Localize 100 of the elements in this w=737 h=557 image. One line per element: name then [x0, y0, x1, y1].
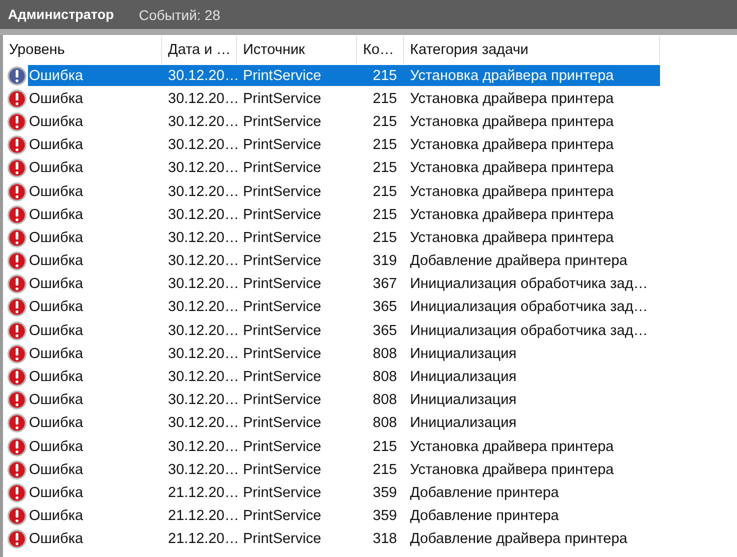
error-icon	[7, 251, 27, 272]
table-cell-text: PrintService	[242, 206, 322, 223]
table-cell-text: Ошибка	[28, 484, 84, 501]
error-icon	[7, 88, 27, 109]
table-row[interactable]: Ошибка 30.12.20… PrintService 365 Инициализация обработчика зад…	[28, 296, 660, 318]
table-cell-text: Установка драйвера принтера	[409, 462, 615, 478]
table-row[interactable]: Ошибка 30.12.20… PrintService 215 Установка драйвера принтера	[28, 459, 660, 480]
table-cell-text: Ошибка	[28, 438, 84, 455]
table-row[interactable]: Ошибка 30.12.20… PrintService 808 Инициализация	[28, 343, 660, 364]
table-cell-text: PrintService	[242, 484, 322, 501]
table-cell-text: Инициализация	[409, 415, 518, 432]
table-cell-text: Ошибка	[28, 114, 84, 130]
table-cell-text: 215	[372, 184, 398, 200]
table-row[interactable]: Ошибка 30.12.20… PrintService 215 Установка драйвера принтера	[28, 88, 660, 110]
table-cell-text: Добавление принтера	[409, 484, 560, 501]
table-row[interactable]: Ошибка 21.12.20… PrintService 359 Добавление принтера	[28, 506, 660, 527]
table-cell-text: 215	[372, 206, 398, 223]
error-icon	[7, 158, 27, 178]
table-row[interactable]: Ошибка 30.12.20… PrintService 365 Инициализация обработчика зад…	[28, 320, 660, 342]
error-icon	[7, 274, 27, 294]
table-row[interactable]: Ошибка 30.12.20… PrintService 808 Инициализация	[28, 390, 660, 411]
table-cell-text: Ошибка	[28, 206, 84, 223]
column-header[interactable]: Дата и …	[162, 36, 237, 64]
table-cell-text: 30.12.20…	[167, 90, 237, 107]
table-row[interactable]: Ошибка 30.12.20… PrintService 215 Установка драйвера принтера	[28, 111, 660, 132]
error-icon	[7, 482, 27, 503]
table-cell-text: Ошибка	[28, 184, 84, 200]
table-cell-text: PrintService	[242, 184, 322, 200]
table-cell-text: 21.12.20…	[167, 531, 237, 548]
table-cell-text: 359	[372, 508, 398, 524]
table-row[interactable]: Ошибка 30.12.20… PrintService 215 Установка драйвера принтера	[28, 65, 660, 86]
table-cell-text: Ошибка	[28, 299, 84, 316]
error-icon	[7, 506, 27, 526]
table-row[interactable]: Ошибка 30.12.20… PrintService 215 Установка драйвера принтера	[28, 227, 660, 248]
error-icon	[7, 344, 27, 364]
table-cell-text: 21.12.20…	[167, 508, 237, 524]
table-cell-text: Установка драйвера принтера	[409, 438, 615, 455]
table-row[interactable]: Ошибка 30.12.20… PrintService 319 Добавление драйвера принтера	[28, 250, 660, 272]
table-cell-text: Ошибка	[28, 276, 84, 292]
error-icon	[7, 228, 27, 248]
table-cell-text: 365	[372, 299, 398, 316]
table-cell-text: Ошибка	[28, 369, 84, 386]
table-cell-text: PrintService	[242, 299, 322, 316]
table-cell-text: 30.12.20…	[167, 299, 237, 316]
column-header[interactable]: Источник	[237, 36, 357, 64]
table-cell-text: Ошибка	[28, 68, 84, 84]
table-row[interactable]: Ошибка 21.12.20… PrintService 359 Добавление принтера	[28, 482, 660, 504]
table-cell-text: 215	[372, 137, 398, 154]
table-cell-text: Установка драйвера принтера	[409, 137, 615, 154]
table-cell-text: 215	[372, 462, 398, 478]
table-cell-text: Ошибка	[28, 508, 84, 524]
table-cell-text: Инициализация обработчика зад…	[409, 276, 649, 292]
table-cell-text: Ошибка	[28, 160, 84, 176]
column-header[interactable]: Категория задачи	[404, 36, 660, 64]
table-row[interactable]: Ошибка 30.12.20… PrintService 808 Инициализация	[28, 366, 660, 388]
error-icon	[7, 529, 27, 550]
table-cell-text: Ошибка	[28, 90, 84, 107]
table-cell-text: PrintService	[242, 137, 322, 154]
table-cell-text: Добавление драйвера принтера	[409, 531, 628, 548]
table-cell-text: 359	[372, 484, 398, 501]
table-cell-text: Добавление драйвера принтера	[409, 253, 628, 270]
table-cell-text: 30.12.20…	[167, 253, 237, 270]
table-row[interactable]: Ошибка 30.12.20… PrintService 215 Установка драйвера принтера	[28, 181, 660, 202]
table-row[interactable]: Ошибка 30.12.20… PrintService 367 Инициализация обработчика зад…	[28, 274, 660, 295]
table-cell-text: 215	[372, 438, 398, 455]
table-row[interactable]: Ошибка 30.12.20… PrintService 808 Инициализация	[28, 412, 660, 434]
table-cell-text: 30.12.20…	[167, 68, 237, 84]
table-cell-text: 215	[372, 230, 398, 246]
table-cell-text: PrintService	[242, 276, 322, 292]
column-header[interactable]: Ко…	[357, 36, 404, 64]
table-cell-text: 367	[372, 276, 398, 292]
table-cell-text: Установка драйвера принтера	[409, 68, 615, 84]
table-row[interactable]: Ошибка 21.12.20… PrintService 318 Добавление драйвера принтера	[28, 528, 660, 550]
table-cell-text: Установка драйвера принтера	[409, 114, 615, 130]
table-cell-text: Установка драйвера принтера	[409, 230, 615, 246]
table-cell-text: 30.12.20…	[167, 276, 237, 292]
table-cell-text: Установка драйвера принтера	[409, 206, 615, 223]
table-cell-text: Ошибка	[28, 415, 84, 432]
table-cell-text: 30.12.20…	[167, 206, 237, 223]
column-header[interactable]: Уровень	[3, 36, 162, 64]
table-cell-text: Ошибка	[28, 253, 84, 270]
table-cell-text: PrintService	[242, 415, 322, 432]
table-cell-text: PrintService	[242, 462, 322, 478]
table-row[interactable]: Ошибка 30.12.20… PrintService 215 Установка драйвера принтера	[28, 204, 660, 226]
error-icon	[7, 135, 27, 156]
table-cell-text: 30.12.20…	[167, 160, 237, 176]
table-cell-text: Ошибка	[28, 346, 84, 362]
table-cell-text: Ошибка	[28, 137, 84, 154]
table-row[interactable]: Ошибка 30.12.20… PrintService 215 Установка драйвера принтера	[28, 134, 660, 156]
table-row[interactable]: Ошибка 30.12.20… PrintService 215 Установка драйвера принтера	[28, 436, 660, 458]
table-cell-text: 30.12.20…	[167, 438, 237, 455]
table-cell-text: 215	[372, 160, 398, 176]
table-row[interactable]: Ошибка 30.12.20… PrintService 215 Установка драйвера принтера	[28, 158, 660, 179]
table-cell-text: Инициализация обработчика зад…	[409, 299, 649, 316]
table-cell-text: PrintService	[242, 392, 322, 408]
table-cell-text: PrintService	[242, 531, 322, 548]
error-icon	[7, 367, 27, 388]
error-icon	[7, 460, 27, 480]
table-cell-text: PrintService	[242, 90, 322, 107]
table-cell-text: Установка драйвера принтера	[409, 184, 615, 200]
